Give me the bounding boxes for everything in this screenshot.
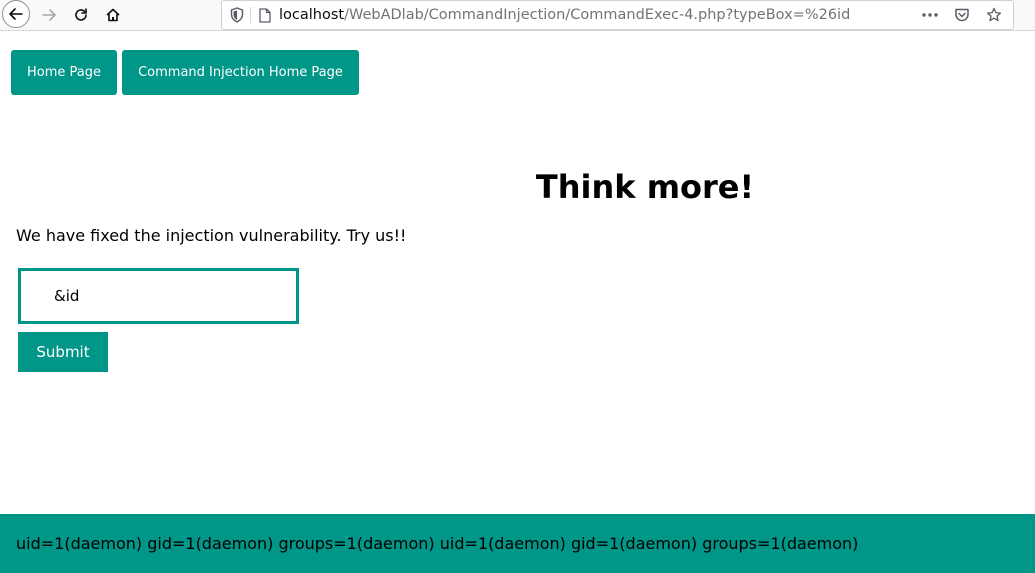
arrow-left-icon [9, 8, 23, 20]
submit-button[interactable]: Submit [18, 332, 108, 372]
arrow-right-icon [42, 9, 56, 21]
type-box-input[interactable] [18, 268, 299, 324]
url-text: localhost/WebADlab/CommandInjection/Comm… [279, 7, 850, 23]
home-page-button[interactable]: Home Page [11, 50, 117, 95]
back-button[interactable] [2, 0, 30, 28]
home-button[interactable] [98, 1, 128, 29]
command-output: uid=1(daemon) gid=1(daemon) groups=1(dae… [16, 534, 859, 553]
urlbar-separator [250, 7, 251, 23]
shield-icon[interactable] [228, 6, 246, 24]
url-path: /WebADlab/CommandInjection/CommandExec-4… [344, 7, 851, 23]
more-actions-icon[interactable] [917, 4, 943, 26]
command-injection-home-button[interactable]: Command Injection Home Page [122, 50, 359, 95]
output-footer: uid=1(daemon) gid=1(daemon) groups=1(dae… [0, 514, 1035, 573]
description-text: We have fixed the injection vulnerabilit… [16, 226, 407, 245]
reload-icon [75, 8, 87, 21]
urlbar-actions [917, 4, 1007, 26]
browser-toolbar: localhost/WebADlab/CommandInjection/Comm… [0, 0, 1035, 31]
home-icon [106, 8, 120, 22]
url-host: localhost [279, 7, 345, 23]
bookmark-star-icon[interactable] [981, 4, 1007, 26]
page-title: Think more! [535, 168, 755, 206]
page-icon[interactable] [257, 7, 273, 23]
address-bar[interactable]: localhost/WebADlab/CommandInjection/Comm… [221, 0, 1014, 30]
pocket-icon[interactable] [949, 4, 975, 26]
forward-button[interactable] [34, 1, 64, 29]
reload-button[interactable] [66, 1, 96, 29]
